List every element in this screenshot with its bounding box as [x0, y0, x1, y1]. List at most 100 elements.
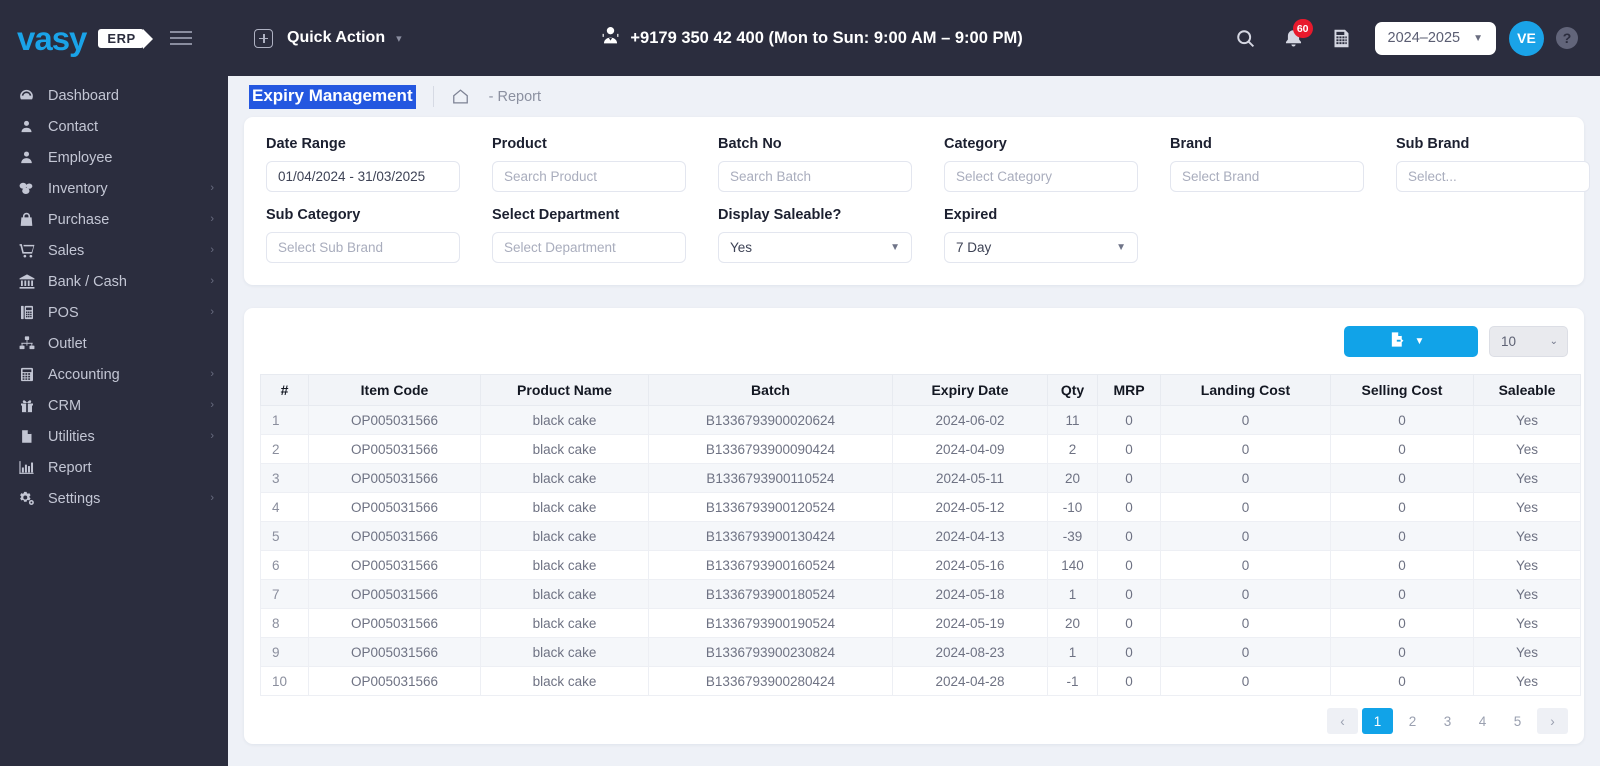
- filter-label: Date Range: [266, 136, 346, 152]
- filter-label: Expired: [944, 207, 998, 223]
- table-cell: Yes: [1473, 579, 1581, 609]
- notifications-bell-icon[interactable]: 60: [1270, 14, 1318, 62]
- pagination-page-4[interactable]: 4: [1467, 708, 1498, 734]
- quick-action-button[interactable]: Quick Action: [287, 29, 385, 47]
- table-cell: black cake: [480, 521, 649, 551]
- sidebar-item-bank-cash[interactable]: Bank / Cash ›: [0, 266, 228, 297]
- sub-category-select-input[interactable]: Select Sub Brand: [266, 232, 460, 263]
- table-cell: 0: [1097, 434, 1161, 464]
- quick-action-plus-icon[interactable]: [254, 28, 273, 48]
- brand-select-input[interactable]: Select Brand: [1170, 161, 1364, 192]
- sidebar-item-dashboard[interactable]: Dashboard: [0, 80, 228, 111]
- pagination-page-2[interactable]: 2: [1397, 708, 1428, 734]
- sidebar-item-outlet[interactable]: Outlet: [0, 328, 228, 359]
- table-cell: black cake: [480, 405, 649, 435]
- calculator-icon[interactable]: [1318, 14, 1366, 62]
- table-row[interactable]: 9 OP005031566 black cake B1336793900230824 2…: [260, 637, 1581, 667]
- department-select-input[interactable]: Select Department: [492, 232, 686, 263]
- table-column-header[interactable]: Selling Cost: [1330, 374, 1474, 406]
- product-search-input[interactable]: Search Product: [492, 161, 686, 192]
- table-row[interactable]: 4 OP005031566 black cake B1336793900120524 2…: [260, 492, 1581, 522]
- sidebar-item-accounting[interactable]: Accounting ›: [0, 359, 228, 390]
- table-cell: 7: [260, 579, 309, 609]
- table-row[interactable]: 2 OP005031566 black cake B1336793900090424 2…: [260, 434, 1581, 464]
- table-column-header[interactable]: Batch: [648, 374, 893, 406]
- table-column-header[interactable]: Item Code: [308, 374, 481, 406]
- breadcrumb-report[interactable]: - Report: [489, 89, 541, 105]
- sidebar-item-label: Sales: [48, 242, 85, 259]
- sidebar-item-pos[interactable]: POS ›: [0, 297, 228, 328]
- sidebar-item-label: Dashboard: [48, 87, 119, 104]
- table-column-header[interactable]: Saleable: [1473, 374, 1581, 406]
- batch-search-input[interactable]: Search Batch: [718, 161, 912, 192]
- fiscal-year-select[interactable]: 2024–2025 ▼: [1374, 21, 1496, 55]
- table-cell: 1: [1047, 637, 1098, 667]
- pagination-page-5[interactable]: 5: [1502, 708, 1533, 734]
- table-cell: 0: [1330, 434, 1474, 464]
- sidebar-item-purchase[interactable]: Purchase ›: [0, 204, 228, 235]
- chevron-down-icon: ▼: [890, 242, 900, 253]
- table-cell: Yes: [1473, 434, 1581, 464]
- menu-toggle-icon[interactable]: [169, 31, 192, 45]
- table-cell: 2: [260, 434, 309, 464]
- brand-suffix: ERP: [98, 28, 153, 49]
- table-column-header[interactable]: Landing Cost: [1160, 374, 1331, 406]
- pagination-prev[interactable]: ‹: [1327, 708, 1358, 734]
- table-column-header[interactable]: Qty: [1047, 374, 1098, 406]
- date-range-input[interactable]: 01/04/2024 - 31/03/2025: [266, 161, 460, 192]
- chevron-right-icon: ›: [210, 244, 214, 256]
- table-cell: 0: [1160, 434, 1331, 464]
- table-cell: 0: [1330, 521, 1474, 551]
- sidebar-item-sales[interactable]: Sales ›: [0, 235, 228, 266]
- table-row[interactable]: 5 OP005031566 black cake B1336793900130424 2…: [260, 521, 1581, 551]
- sidebar-item-settings[interactable]: Settings ›: [0, 483, 228, 514]
- sidebar-item-employee[interactable]: Employee: [0, 142, 228, 173]
- export-button[interactable]: ▼: [1344, 326, 1478, 357]
- table-column-header[interactable]: #: [260, 374, 309, 406]
- page-length-select[interactable]: 10 ⌄: [1489, 326, 1568, 357]
- table-column-header[interactable]: MRP: [1097, 374, 1161, 406]
- table-cell: 2024-05-11: [892, 463, 1048, 493]
- table-cell: 2024-08-23: [892, 637, 1048, 667]
- pagination-page-1[interactable]: 1: [1362, 708, 1393, 734]
- table-toolbar: ▼ 10 ⌄: [260, 326, 1568, 374]
- pagination-page-3[interactable]: 3: [1432, 708, 1463, 734]
- table-cell: Yes: [1473, 463, 1581, 493]
- table-column-header[interactable]: Product Name: [480, 374, 649, 406]
- table-header: # Item Code Product Name Batch Expiry Date Qt…: [260, 374, 1581, 406]
- table-row[interactable]: 7 OP005031566 black cake B1336793900180524 2…: [260, 579, 1581, 609]
- chevron-down-icon: ▼: [1414, 336, 1425, 347]
- sidebar-item-report[interactable]: Report: [0, 452, 228, 483]
- expired-select[interactable]: 7 Day ▼: [944, 232, 1138, 263]
- table-cell: 0: [1160, 550, 1331, 580]
- sales-cart-icon: [17, 242, 36, 259]
- sub-brand-select-input[interactable]: Select...: [1396, 161, 1590, 192]
- table-row[interactable]: 8 OP005031566 black cake B1336793900190524 2…: [260, 608, 1581, 638]
- sidebar-item-label: Outlet: [48, 335, 87, 352]
- table-cell: OP005031566: [308, 666, 481, 696]
- search-icon[interactable]: [1222, 14, 1270, 62]
- table-cell: 9: [260, 637, 309, 667]
- breadcrumb: Expiry Management - Report: [244, 76, 1584, 117]
- sidebar-item-crm[interactable]: CRM ›: [0, 390, 228, 421]
- category-select-input[interactable]: Select Category: [944, 161, 1138, 192]
- utilities-file-icon: [17, 428, 36, 445]
- pagination-next[interactable]: ›: [1537, 708, 1568, 734]
- table-row[interactable]: 3 OP005031566 black cake B1336793900110524 2…: [260, 463, 1581, 493]
- brand-logo[interactable]: vasy ERP: [0, 0, 228, 76]
- table-column-header[interactable]: Expiry Date: [892, 374, 1048, 406]
- help-icon[interactable]: ?: [1556, 27, 1578, 49]
- avatar[interactable]: VE: [1509, 20, 1544, 56]
- sidebar-item-contact[interactable]: Contact: [0, 111, 228, 142]
- sidebar-item-utilities[interactable]: Utilities ›: [0, 421, 228, 452]
- table-row[interactable]: 6 OP005031566 black cake B1336793900160524 2…: [260, 550, 1581, 580]
- home-icon[interactable]: [451, 87, 470, 106]
- table-row[interactable]: 1 OP005031566 black cake B1336793900020624 2…: [260, 405, 1581, 435]
- table-cell: B1336793900130424: [648, 521, 893, 551]
- table-row[interactable]: 10 OP005031566 black cake B1336793900280424…: [260, 666, 1581, 696]
- sidebar-item-inventory[interactable]: Inventory ›: [0, 173, 228, 204]
- table-cell: OP005031566: [308, 637, 481, 667]
- display-saleable-select[interactable]: Yes ▼: [718, 232, 912, 263]
- chevron-down-icon: ▼: [1116, 242, 1126, 253]
- sidebar-item-label: Inventory: [48, 180, 108, 197]
